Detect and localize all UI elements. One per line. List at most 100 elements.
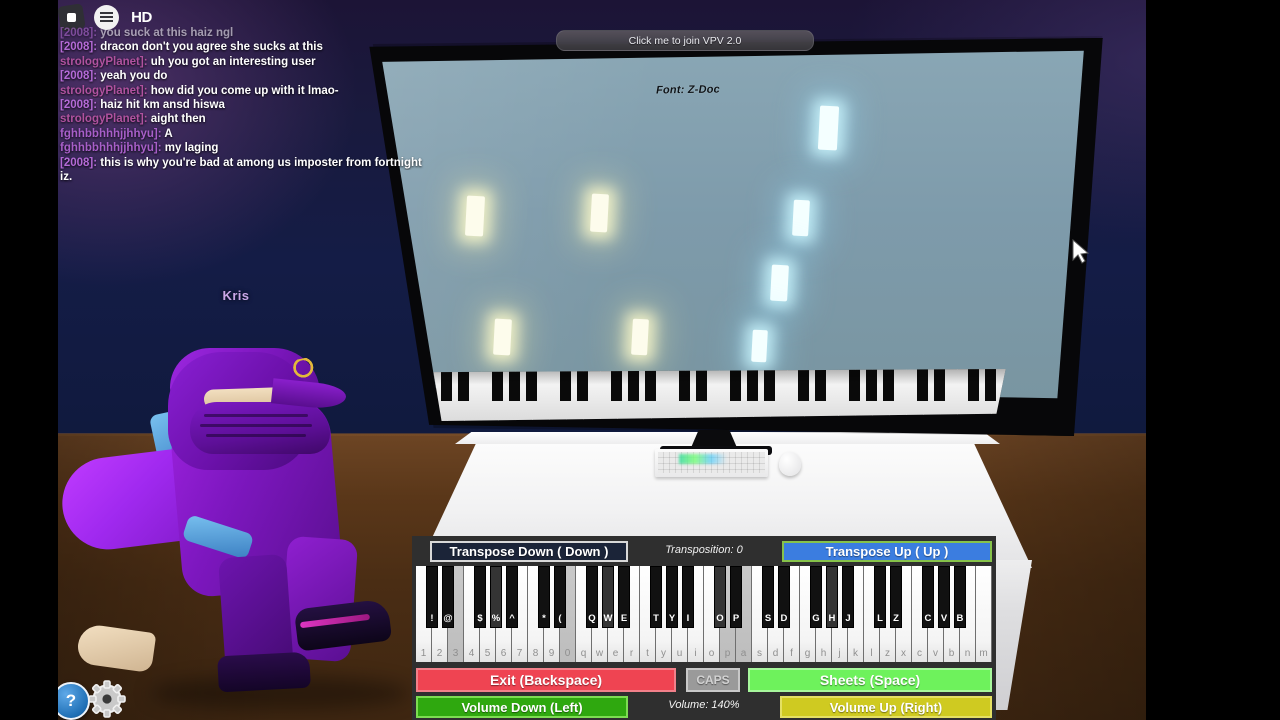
piano-black-key[interactable]: H: [826, 566, 838, 628]
chat-message: fghhbbhhhjjhhyu]: my laging: [58, 141, 430, 155]
piano-black-key-label: ^: [509, 613, 515, 624]
piano-white-key-label: a: [740, 648, 747, 659]
piano-black-key-label: !: [430, 613, 434, 624]
sheets-button[interactable]: Sheets (Space): [748, 668, 992, 692]
piano-black-key-label: W: [603, 613, 613, 624]
falling-note: [817, 105, 840, 151]
chat-message: strologyPlanet]: how did you come up wit…: [58, 84, 430, 98]
chat-text: iz.: [60, 171, 73, 184]
falling-note: [493, 318, 512, 356]
piano-black-key-label: H: [828, 613, 836, 624]
volume-value: Volume: 140%: [668, 699, 740, 711]
piano-white-key-label: l: [870, 648, 873, 659]
piano-black-key[interactable]: @: [442, 566, 454, 628]
piano-black-key[interactable]: L: [874, 566, 886, 628]
falling-note: [770, 264, 789, 302]
piano-black-key[interactable]: B: [954, 566, 966, 628]
chat-username: strologyPlanet]:: [60, 84, 151, 97]
piano-white-key-label: d: [772, 648, 779, 659]
virtual-piano-shadow: [433, 369, 1006, 421]
piano-black-key-label: Q: [588, 613, 596, 624]
chat-message: fghhbbhhhjjhhyu]: A: [58, 127, 430, 141]
piano-white-key-label: o: [708, 648, 715, 659]
piano-black-key[interactable]: S: [762, 566, 774, 628]
chat-text: how did you come up with it lmao-: [150, 84, 339, 97]
chat-username: [2008]:: [60, 27, 101, 39]
piano-black-key-label: V: [940, 613, 948, 624]
transpose-up-button[interactable]: Transpose Up ( Up ): [782, 541, 992, 562]
chat-username: [2008]:: [60, 41, 101, 54]
settings-gear-icon: [88, 680, 126, 718]
piano-white-key-label: 9: [548, 648, 555, 659]
chat-username: fghhbbhhhjjhhyu]:: [60, 127, 165, 140]
chat-message: [2008]: haiz hit km ansd hiswa: [58, 98, 430, 112]
piano-black-key[interactable]: V: [938, 566, 950, 628]
piano-black-key[interactable]: Q: [586, 566, 598, 628]
piano-white-key-label: r: [629, 648, 634, 659]
caps-button[interactable]: CAPS: [686, 668, 740, 692]
piano-black-key[interactable]: W: [602, 566, 614, 628]
piano-black-key[interactable]: E: [618, 566, 630, 628]
piano-keyboard[interactable]: 1 2 3 4 5 6 7 8 9 0 q w e r t y u i o p a s d f g h j k l z x c v b n m! @ $%…: [416, 566, 992, 662]
piano-action-row: Exit (Backspace) CAPS Sheets (Space): [416, 668, 992, 692]
piano-black-key[interactable]: J: [842, 566, 854, 628]
piano-black-key[interactable]: !: [426, 566, 438, 628]
piano-black-key-label: %: [491, 613, 501, 624]
piano-black-key[interactable]: C: [922, 566, 934, 628]
volume-up-button[interactable]: Volume Up (Right): [780, 696, 992, 718]
piano-black-key[interactable]: T: [650, 566, 662, 628]
avatar-mask-fold-2: [200, 424, 312, 427]
piano-black-key-label: B: [956, 613, 964, 624]
piano-white-key-label: q: [580, 648, 587, 659]
piano-black-key[interactable]: Z: [890, 566, 902, 628]
exit-button[interactable]: Exit (Backspace): [416, 668, 676, 692]
piano-black-key-label: P: [732, 613, 740, 624]
piano-white-key-label: s: [757, 648, 762, 659]
piano-black-key-label: L: [877, 613, 883, 624]
piano-white-key-label: n: [964, 648, 971, 659]
piano-black-key[interactable]: I: [682, 566, 694, 628]
piano-black-key-label: $: [477, 613, 483, 624]
falling-note: [751, 329, 768, 363]
chat-username: strologyPlanet]:: [60, 113, 151, 126]
piano-black-key[interactable]: P: [730, 566, 742, 628]
piano-black-key[interactable]: D: [778, 566, 790, 628]
transpose-down-button[interactable]: Transpose Down ( Down ): [430, 541, 628, 562]
piano-black-key-label: *: [542, 613, 546, 624]
piano-white-key-label: 8: [532, 648, 539, 659]
piano-black-key[interactable]: $: [474, 566, 486, 628]
chat-log: [2008]: you suck at this haiz ngl [2008]:…: [58, 26, 430, 184]
font-label: Font: Z-Doc: [655, 83, 721, 97]
piano-black-key[interactable]: ^: [506, 566, 518, 628]
piano-black-key[interactable]: G: [810, 566, 822, 628]
piano-black-key-label: E: [620, 613, 628, 624]
chat-message: strologyPlanet]: uh you got an interesti…: [58, 55, 430, 69]
chat-text: this is why you're bad at among us impos…: [100, 156, 422, 169]
desk-mouse: [779, 452, 801, 476]
chat-message: [2008]: this is why you're bad at among …: [58, 156, 430, 170]
vpv-join-banner[interactable]: Click me to join VPV 2.0: [556, 30, 814, 51]
falling-note: [792, 199, 810, 237]
volume-down-button[interactable]: Volume Down (Left): [416, 696, 628, 718]
piano-white-key-label: p: [724, 648, 731, 659]
piano-white-key-label: x: [901, 648, 906, 659]
chat-message: iz.: [58, 170, 430, 184]
piano-black-key[interactable]: Y: [666, 566, 678, 628]
piano-white-key[interactable]: m: [976, 566, 992, 662]
piano-black-key[interactable]: O: [714, 566, 726, 628]
piano-black-key[interactable]: %: [490, 566, 502, 628]
piano-white-key-label: e: [612, 648, 619, 659]
piano-white-key-label: h: [820, 648, 827, 659]
avatar-mask-fold-3: [206, 434, 306, 437]
chat-text: yeah you do: [100, 70, 168, 83]
avatar-mask-fold-1: [204, 414, 308, 417]
piano-white-key-label: i: [694, 648, 697, 659]
piano-black-key[interactable]: *: [538, 566, 550, 628]
settings-button[interactable]: [88, 680, 126, 718]
desk-keyboard: [655, 449, 768, 477]
piano-black-key-label: O: [716, 613, 724, 624]
chat-text: haiz hit km ansd hiswa: [100, 99, 225, 112]
piano-black-key[interactable]: (: [554, 566, 566, 628]
piano-black-key-label: Z: [893, 613, 899, 624]
piano-white-key-label: b: [948, 648, 955, 659]
